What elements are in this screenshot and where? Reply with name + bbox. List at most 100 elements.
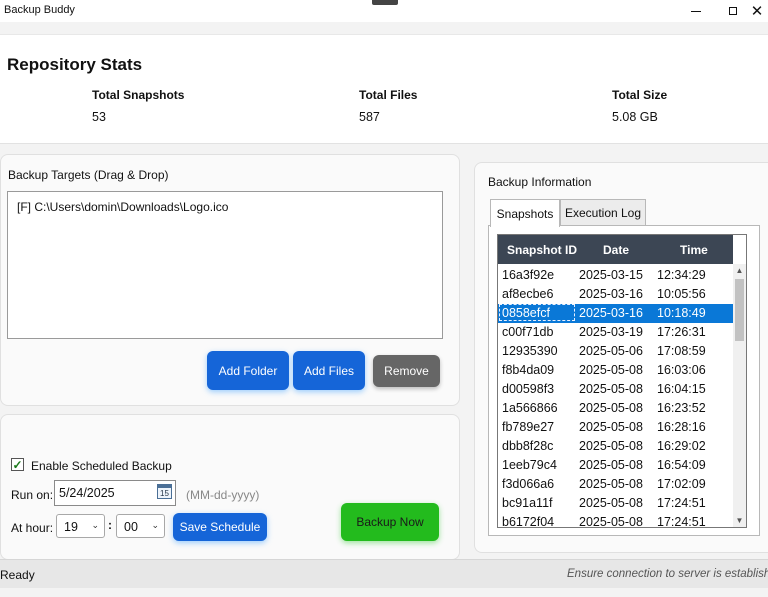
cell-time: 17:24:51 [657,515,706,528]
status-hint: Ensure connection to server is establish… [567,568,768,580]
table-row[interactable]: 0858efcf 2025-03-16 10:18:49 [498,304,733,323]
status-bar: Ready Ensure connection to server is est… [0,559,768,588]
cell-id: f8b4da09 [502,363,555,377]
tab-execution-log[interactable]: Execution Log [560,199,646,226]
column-header-id[interactable]: Snapshot ID [507,243,577,257]
window-title: Backup Buddy [4,4,75,16]
cell-date: 2025-05-08 [579,458,643,472]
add-files-button[interactable]: Add Files [293,351,365,390]
at-hour-label: At hour: [11,521,54,535]
title-bar: Backup Buddy ✕ [0,0,768,22]
run-on-label: Run on: [11,488,54,502]
cell-date: 2025-05-08 [579,420,643,434]
stat-label-files: Total Files [359,88,418,102]
stats-title: Repository Stats [7,55,143,74]
cell-date: 2025-05-08 [579,401,643,415]
grid-header: Snapshot ID Date Time [498,235,733,264]
remove-button[interactable]: Remove [373,355,440,387]
table-row[interactable]: d00598f3 2025-05-08 16:04:15 [498,380,733,399]
table-row[interactable]: dbb8f28c 2025-05-08 16:29:02 [498,437,733,456]
repository-stats-panel: Repository Stats Total Snapshots 53 Tota… [0,34,768,144]
cell-time: 17:08:59 [657,344,706,358]
status-text: Ready [0,568,35,582]
enable-schedule-checkbox[interactable]: ✓ [11,458,24,471]
cell-date: 2025-05-08 [579,363,643,377]
table-row[interactable]: 1eeb79c4 2025-05-08 16:54:09 [498,456,733,475]
table-row[interactable]: 1a566866 2025-05-08 16:23:52 [498,399,733,418]
cell-date: 2025-05-06 [579,344,643,358]
date-picker[interactable]: 5/24/2025 15 [54,480,176,506]
table-row[interactable]: c00f71db 2025-03-19 17:26:31 [498,323,733,342]
hour-select[interactable]: 19 ⌄ [56,514,105,538]
grid-scrollbar[interactable]: ▲ ▼ [733,264,746,527]
cell-id: c00f71db [502,325,554,339]
cell-date: 2025-03-15 [579,268,643,282]
cell-id: 1a566866 [502,401,558,415]
snapshots-grid[interactable]: Snapshot ID Date Time 16a3f92e 2025-03-15… [497,234,747,528]
cell-date: 2025-03-16 [579,287,643,301]
table-row[interactable]: f3d066a6 2025-05-08 17:02:09 [498,475,733,494]
column-header-time[interactable]: Time [680,243,708,257]
cell-time: 16:28:16 [657,420,706,434]
table-row[interactable]: bc91a11f 2025-05-08 17:24:51 [498,494,733,513]
cell-id: b6172f04 [502,515,555,528]
add-folder-button[interactable]: Add Folder [207,351,289,390]
cell-id: 1eeb79c4 [502,458,557,472]
table-row[interactable]: b6172f04 2025-05-08 17:24:51 [498,513,733,528]
table-row[interactable]: 16a3f92e 2025-03-15 12:34:29 [498,266,733,285]
cell-date: 2025-05-08 [579,515,643,528]
stat-value-size: 5.08 GB [612,110,658,124]
cell-date: 2025-03-19 [579,325,643,339]
minute-select[interactable]: 00 ⌄ [116,514,165,538]
cell-id: fb789e27 [502,420,555,434]
cell-id: f3d066a6 [502,477,555,491]
cell-id: dbb8f28c [502,439,554,453]
checkmark-icon: ✓ [12,457,23,472]
cell-time: 16:03:06 [657,363,706,377]
close-button[interactable]: ✕ [746,0,768,22]
cell-id: 16a3f92e [502,268,555,282]
hour-value: 19 [64,520,78,534]
cell-date: 2025-05-08 [579,382,643,396]
scroll-down-icon[interactable]: ▼ [733,516,746,525]
cell-time: 12:34:29 [657,268,706,282]
cell-time: 16:29:02 [657,439,706,453]
targets-title: Backup Targets (Drag & Drop) [8,168,169,182]
list-item[interactable]: [F] C:\Users\domin\Downloads\Logo.ico [17,200,228,214]
cell-id: 12935390 [502,344,558,358]
cell-time: 17:02:09 [657,477,706,491]
drag-handle[interactable] [372,0,398,5]
cell-id: af8ecbe6 [502,287,554,301]
table-row[interactable]: fb789e27 2025-05-08 16:28:16 [498,418,733,437]
cell-time: 17:26:31 [657,325,706,339]
table-row[interactable]: 12935390 2025-05-06 17:08:59 [498,342,733,361]
cell-id: 0858efcf [502,306,550,320]
stat-label-snapshots: Total Snapshots [92,88,185,102]
cell-date: 2025-05-08 [579,477,643,491]
info-title: Backup Information [488,175,592,189]
cell-time: 10:05:56 [657,287,706,301]
scroll-thumb[interactable] [735,279,744,341]
cell-time: 16:54:09 [657,458,706,472]
cell-id: bc91a11f [502,496,553,510]
cell-time: 17:24:51 [657,496,706,510]
cell-date: 2025-05-08 [579,496,643,510]
table-row[interactable]: af8ecbe6 2025-03-16 10:05:56 [498,285,733,304]
backup-now-button[interactable]: Backup Now [341,503,439,541]
chevron-down-icon: ⌄ [91,520,99,530]
table-row[interactable]: f8b4da09 2025-05-08 16:03:06 [498,361,733,380]
column-header-date[interactable]: Date [603,243,629,257]
close-icon: ✕ [750,2,764,20]
tab-snapshots[interactable]: Snapshots [490,199,560,227]
calendar-icon[interactable]: 15 [157,484,172,499]
targets-drop-list[interactable]: [F] C:\Users\domin\Downloads\Logo.ico [7,191,443,339]
cell-time: 10:18:49 [657,306,706,320]
save-schedule-button[interactable]: Save Schedule [173,513,267,541]
scroll-up-icon[interactable]: ▲ [733,266,746,275]
stat-value-snapshots: 53 [92,110,106,124]
cell-date: 2025-03-16 [579,306,643,320]
date-value: 5/24/2025 [59,486,115,500]
minimize-icon [691,10,701,12]
stat-label-size: Total Size [612,88,668,102]
cell-time: 16:23:52 [657,401,706,415]
